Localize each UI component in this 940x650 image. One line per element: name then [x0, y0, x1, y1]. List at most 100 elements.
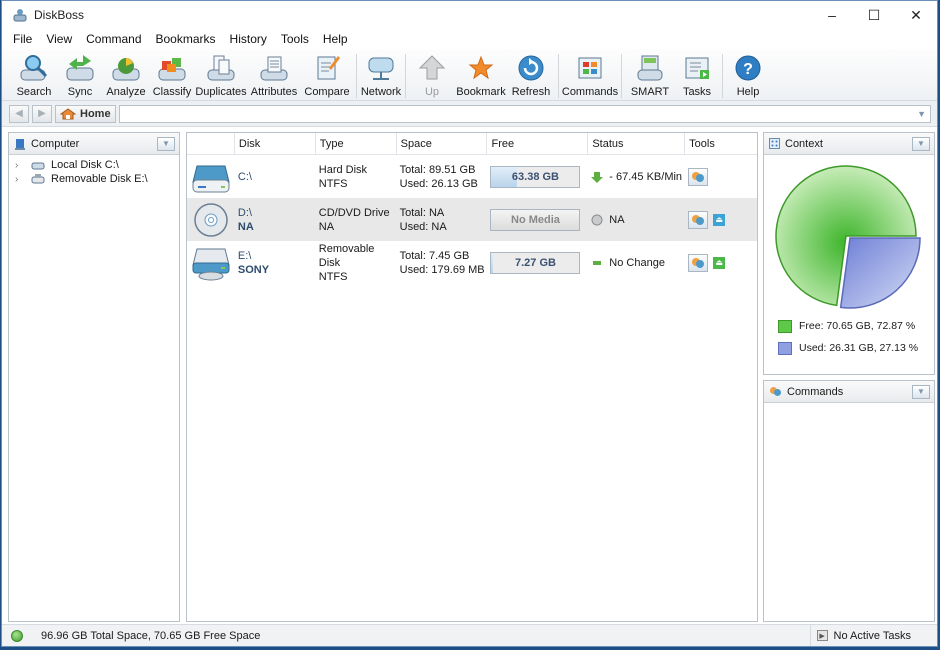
- svg-text:?: ?: [743, 61, 753, 78]
- disk-list: Disk Type Space Free Status Tools C:\ Ha…: [186, 132, 758, 622]
- disk-tree: › Local Disk C:\ › Removable Disk E:\: [9, 155, 179, 186]
- analyze-button[interactable]: Analyze: [103, 52, 149, 98]
- disk-row[interactable]: E:\ SONY Removable Disk NTFS Total: 7.45 G…: [187, 241, 757, 284]
- column-header-free[interactable]: Free: [487, 133, 589, 154]
- column-header-icon: [187, 133, 235, 154]
- menu-history[interactable]: History: [223, 32, 274, 46]
- help-icon: ?: [732, 52, 764, 84]
- disk-list-header: Disk Type Space Free Status Tools: [187, 133, 757, 155]
- hard-disk-icon: [31, 162, 45, 170]
- network-icon: [365, 52, 397, 84]
- menu-help[interactable]: Help: [316, 32, 355, 46]
- chart-legend: Free: 70.65 GB, 72.87 % Used: 26.31 GB, …: [764, 315, 934, 359]
- free-space-bar: 7.27 GB: [490, 251, 581, 274]
- legend-swatch-used: [778, 341, 792, 355]
- maximize-button[interactable]: ☐: [853, 1, 895, 29]
- home-icon: [60, 107, 76, 119]
- chevron-down-icon: ▼: [917, 139, 925, 148]
- forward-button[interactable]: ▶: [32, 104, 52, 123]
- removable-disk-icon: [31, 174, 45, 184]
- play-icon: ▶: [816, 630, 828, 641]
- eject-button[interactable]: ⏏: [713, 256, 726, 269]
- commands-panel: Commands ▼: [763, 380, 935, 622]
- back-button[interactable]: ◀: [9, 104, 29, 123]
- disk-row[interactable]: D:\ NA CD/DVD Drive NA Total: NA Used: NA N…: [187, 198, 757, 241]
- tools-icon: [692, 214, 705, 225]
- legend-item-free: Free: 70.65 GB, 72.87 %: [778, 315, 934, 337]
- status-bar: 96.96 GB Total Space, 70.65 GB Free Spac…: [2, 624, 937, 646]
- refresh-button[interactable]: Refresh: [507, 52, 555, 98]
- home-button[interactable]: Home: [55, 104, 116, 123]
- search-icon: [18, 52, 50, 84]
- status-ok-icon: [11, 629, 23, 642]
- column-header-tools[interactable]: Tools: [685, 133, 757, 154]
- duplicates-button[interactable]: Duplicates: [195, 52, 247, 98]
- smart-icon: [634, 52, 666, 84]
- arrow-down-green-icon: [591, 171, 604, 183]
- smart-button[interactable]: SMART: [625, 52, 675, 98]
- expand-arrow-icon[interactable]: ›: [15, 160, 27, 171]
- computer-panel: Computer ▼ › Local Disk C:\ › Removable …: [8, 132, 180, 622]
- column-header-type[interactable]: Type: [316, 133, 397, 154]
- compare-icon: [311, 52, 343, 84]
- sync-button[interactable]: Sync: [57, 52, 103, 98]
- tools-icon: [692, 171, 705, 182]
- address-bar[interactable]: ▼: [118, 104, 931, 123]
- chevron-down-icon[interactable]: ▼: [917, 109, 926, 119]
- panel-menu-button[interactable]: ▼: [912, 136, 930, 151]
- disk-tools-button[interactable]: [688, 253, 709, 272]
- commands-icon: [770, 387, 781, 396]
- tree-item-local-disk-c[interactable]: › Local Disk C:\: [9, 158, 179, 172]
- chevron-down-icon: ▼: [917, 387, 925, 396]
- active-tasks-indicator[interactable]: ▶ No Active Tasks: [809, 625, 937, 646]
- tools-icon: [692, 257, 705, 268]
- pie-slice-used: [839, 237, 921, 309]
- eject-button[interactable]: ⏏: [713, 213, 726, 226]
- disk-tools-button[interactable]: [688, 210, 709, 229]
- classify-button[interactable]: Classify: [149, 52, 195, 98]
- tasks-button[interactable]: Tasks: [675, 52, 719, 98]
- refresh-icon: [515, 52, 547, 84]
- duplicates-icon: [205, 52, 237, 84]
- free-bar-fill: [491, 252, 494, 273]
- network-button[interactable]: Network: [360, 52, 402, 98]
- menu-bar: File View Command Bookmarks History Tool…: [2, 29, 937, 49]
- column-header-disk[interactable]: Disk: [235, 133, 316, 154]
- toolbar: Search Sync Analyze Classify Duplicates …: [2, 49, 937, 101]
- green-dash-icon: [593, 260, 602, 265]
- expand-arrow-icon[interactable]: ›: [15, 174, 27, 185]
- up-button[interactable]: Up: [409, 52, 455, 98]
- tree-item-removable-disk-e[interactable]: › Removable Disk E:\: [9, 172, 179, 186]
- close-button[interactable]: ✕: [895, 1, 937, 29]
- menu-command[interactable]: Command: [79, 32, 148, 46]
- menu-view[interactable]: View: [39, 32, 79, 46]
- commands-button[interactable]: Commands: [562, 52, 618, 98]
- column-header-status[interactable]: Status: [588, 133, 686, 154]
- attributes-icon: [258, 52, 290, 84]
- compare-button[interactable]: Compare: [301, 52, 353, 98]
- right-panels: Context ▼ Free: 70.65 GB, 72.87 % Used: …: [763, 132, 935, 622]
- search-button[interactable]: Search: [11, 52, 57, 98]
- eject-icon: ⏏: [715, 215, 723, 224]
- legend-item-used: Used: 26.31 GB, 27.13 %: [778, 337, 934, 359]
- attributes-button[interactable]: Attributes: [247, 52, 301, 98]
- column-header-space[interactable]: Space: [397, 133, 488, 154]
- cd-dvd-icon: [194, 202, 228, 237]
- context-panel-header: Context ▼: [764, 133, 934, 155]
- disk-row[interactable]: C:\ Hard Disk NTFS Total: 89.51 GB Used: 2…: [187, 155, 757, 198]
- free-space-bar: 63.38 GB: [490, 165, 581, 188]
- menu-bookmarks[interactable]: Bookmarks: [149, 32, 223, 46]
- panel-menu-button[interactable]: ▼: [157, 136, 175, 151]
- context-icon: [769, 138, 780, 149]
- menu-file[interactable]: File: [6, 32, 39, 46]
- panel-menu-button[interactable]: ▼: [912, 384, 930, 399]
- menu-tools[interactable]: Tools: [274, 32, 316, 46]
- gray-circle-icon: [591, 214, 603, 225]
- analyze-icon: [110, 52, 142, 84]
- bookmark-button[interactable]: Bookmark: [455, 52, 507, 98]
- up-arrow-icon: [416, 52, 448, 84]
- minimize-button[interactable]: –: [811, 1, 853, 29]
- disk-tools-button[interactable]: [688, 167, 709, 186]
- help-button[interactable]: ? Help: [726, 52, 770, 98]
- navigation-bar: ◀ ▶ Home ▼: [2, 101, 937, 127]
